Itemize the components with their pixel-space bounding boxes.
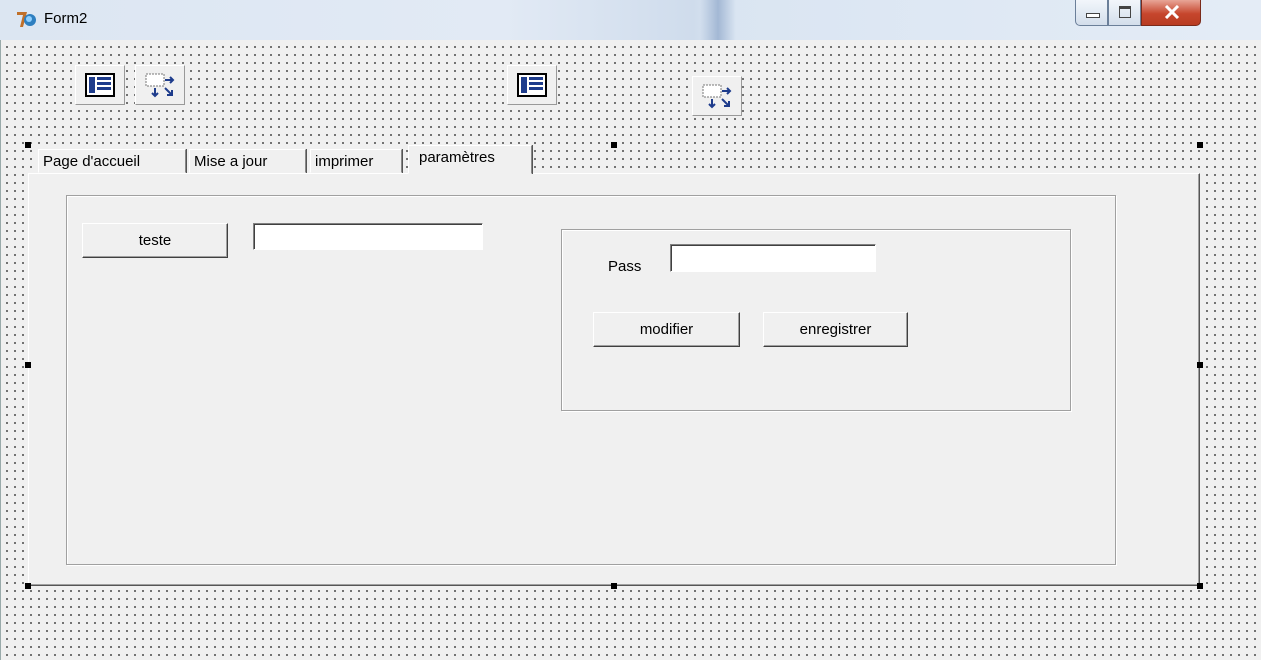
table-grid-icon	[85, 73, 115, 97]
close-icon	[1164, 5, 1180, 19]
data-source-icon	[702, 84, 732, 109]
tab-sheet-parametres: teste Pass modifier enregistrer	[28, 173, 1200, 586]
selection-handle-bottom-right[interactable]	[1197, 583, 1203, 589]
selection-handle-middle-left[interactable]	[25, 362, 31, 368]
enregistrer-button[interactable]: enregistrer	[763, 312, 908, 347]
datasource-component-2[interactable]	[507, 65, 557, 105]
teste-button[interactable]: teste	[82, 223, 228, 258]
query-component-1[interactable]	[135, 65, 185, 105]
data-source-icon	[145, 73, 175, 98]
table-grid-icon	[517, 73, 547, 97]
title-bar[interactable]: Form2	[0, 0, 1261, 40]
delphi-app-icon	[17, 12, 36, 27]
selection-handle-top-right[interactable]	[1197, 142, 1203, 148]
datasource-component-1[interactable]	[75, 65, 125, 105]
titlebar-highlight	[700, 0, 736, 40]
maximize-icon	[1119, 6, 1131, 18]
tab-page-accueil[interactable]: Page d'accueil	[38, 149, 186, 173]
selection-handle-top-middle[interactable]	[611, 142, 617, 148]
pass-label: Pass	[608, 258, 642, 275]
form-left-border	[0, 40, 11, 660]
selection-handle-middle-right[interactable]	[1197, 362, 1203, 368]
outer-panel: teste Pass modifier enregistrer	[66, 195, 1116, 565]
pass-groupbox: Pass modifier enregistrer	[561, 229, 1071, 411]
page-control[interactable]: Page d'accueil Mise a jour imprimer para…	[28, 145, 1200, 586]
selection-handle-top-left[interactable]	[25, 142, 31, 148]
selection-handle-bottom-middle[interactable]	[611, 583, 617, 589]
query-component-2[interactable]	[692, 76, 742, 116]
close-button[interactable]	[1141, 0, 1201, 26]
maximize-button[interactable]	[1108, 0, 1141, 26]
tab-mise-a-jour[interactable]: Mise a jour	[189, 149, 306, 173]
minimize-button[interactable]	[1075, 0, 1108, 26]
teste-input[interactable]	[253, 223, 483, 250]
window-title: Form2	[44, 10, 88, 27]
modifier-button[interactable]: modifier	[593, 312, 740, 347]
pass-input[interactable]	[670, 244, 876, 272]
minimize-icon	[1086, 13, 1100, 18]
tab-parametres[interactable]: paramètres	[408, 145, 532, 174]
tab-imprimer[interactable]: imprimer	[310, 149, 402, 173]
selection-handle-bottom-left[interactable]	[25, 583, 31, 589]
